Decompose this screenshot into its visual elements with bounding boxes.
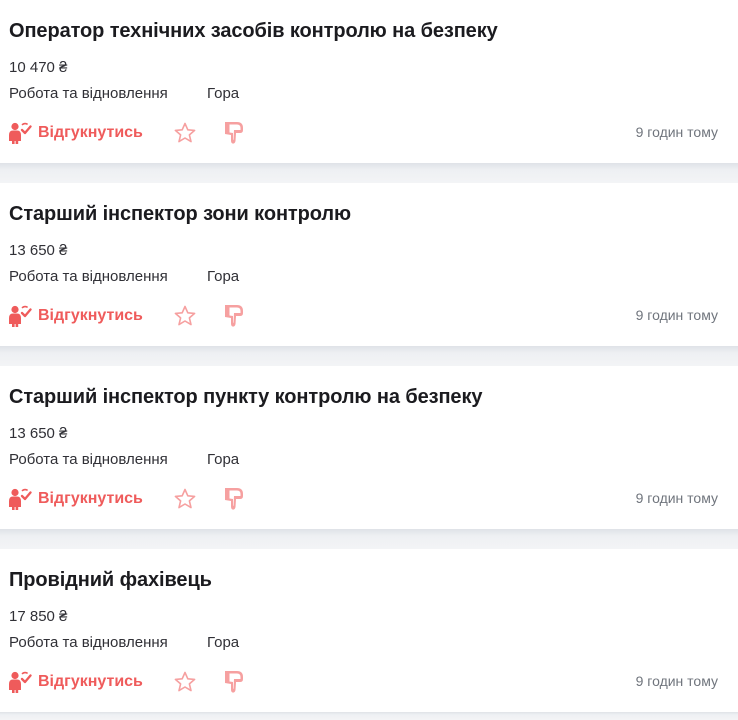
card-divider — [0, 163, 738, 183]
vacancy-title[interactable]: Старший інспектор пункту контролю на без… — [9, 386, 482, 409]
vacancy-city: Гора — [207, 634, 240, 651]
thumbs-down-icon — [225, 305, 243, 327]
vacancy-title[interactable]: Старший інспектор зони контролю — [9, 203, 351, 226]
vacancy-company: Робота та відновлення — [9, 85, 168, 102]
vacancy-card[interactable]: Старший інспектор пункту контролю на без… — [0, 366, 738, 529]
vacancy-time: 9 годин тому — [635, 490, 718, 506]
vacancy-salary: 10 470 ₴ — [9, 59, 68, 76]
apply-button[interactable]: Відгукнутись — [8, 121, 143, 145]
apply-button[interactable]: Відгукнутись — [8, 304, 143, 328]
dislike-button[interactable] — [222, 119, 248, 147]
vacancy-card[interactable]: Провідний фахівець 17 850 ₴ Робота та ві… — [0, 549, 738, 712]
vacancy-city: Гора — [207, 268, 240, 285]
person-check-icon — [9, 122, 32, 144]
star-icon — [174, 122, 196, 143]
thumbs-down-icon — [225, 122, 243, 144]
thumbs-down-icon — [225, 488, 243, 510]
vacancy-list: Оператор технічних засобів контролю на б… — [0, 0, 738, 720]
favorite-button[interactable] — [173, 670, 197, 694]
dislike-button[interactable] — [222, 485, 248, 513]
thumbs-down-icon — [225, 671, 243, 693]
apply-button-label: Відгукнутись — [38, 673, 143, 690]
card-divider — [0, 346, 738, 366]
vacancy-time: 9 годин тому — [635, 124, 718, 140]
favorite-button[interactable] — [173, 304, 197, 328]
apply-button-label: Відгукнутись — [38, 124, 143, 141]
vacancy-salary: 17 850 ₴ — [9, 608, 68, 625]
apply-button-label: Відгукнутись — [38, 490, 143, 507]
vacancy-city: Гора — [207, 451, 240, 468]
vacancy-time: 9 годин тому — [635, 673, 718, 689]
vacancy-title[interactable]: Провідний фахівець — [9, 569, 212, 592]
apply-button-label: Відгукнутись — [38, 307, 143, 324]
vacancy-company: Робота та відновлення — [9, 451, 168, 468]
vacancy-card[interactable]: Оператор технічних засобів контролю на б… — [0, 0, 738, 163]
vacancy-salary: 13 650 ₴ — [9, 425, 68, 442]
card-divider — [0, 529, 738, 549]
vacancy-card[interactable]: Старший інспектор зони контролю 13 650 ₴… — [0, 183, 738, 346]
person-check-icon — [9, 671, 32, 693]
dislike-button[interactable] — [222, 668, 248, 696]
apply-button[interactable]: Відгукнутись — [8, 670, 143, 694]
person-check-icon — [9, 488, 32, 510]
vacancy-title[interactable]: Оператор технічних засобів контролю на б… — [9, 20, 498, 43]
favorite-button[interactable] — [173, 487, 197, 511]
vacancy-time: 9 годин тому — [635, 307, 718, 323]
vacancy-salary: 13 650 ₴ — [9, 242, 68, 259]
vacancy-company: Робота та відновлення — [9, 634, 168, 651]
star-icon — [174, 671, 196, 692]
favorite-button[interactable] — [173, 121, 197, 145]
person-check-icon — [9, 305, 32, 327]
vacancy-company: Робота та відновлення — [9, 268, 168, 285]
star-icon — [174, 305, 196, 326]
card-divider — [0, 712, 738, 720]
dislike-button[interactable] — [222, 302, 248, 330]
vacancy-city: Гора — [207, 85, 240, 102]
star-icon — [174, 488, 196, 509]
apply-button[interactable]: Відгукнутись — [8, 487, 143, 511]
